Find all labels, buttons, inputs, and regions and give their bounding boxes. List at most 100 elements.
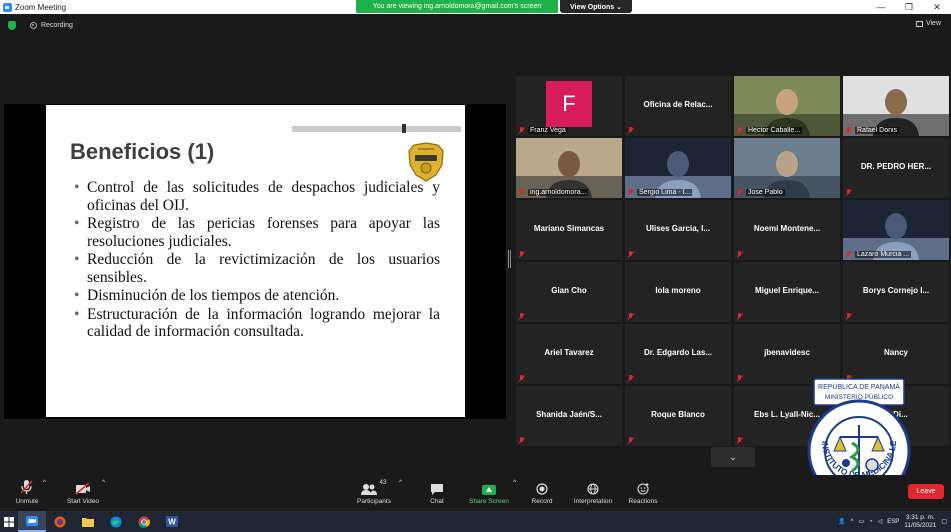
participant-nametag: Sergio Lima - I... (627, 189, 693, 196)
participant-tile[interactable]: Shanida Jaén/S... (516, 386, 622, 446)
participant-tile[interactable]: F Franz Vega (516, 76, 622, 136)
participant-name: Mariano Simancas (533, 224, 605, 233)
shared-screen: Beneficios (1) Control de las solicitude… (4, 104, 506, 419)
participant-tile[interactable]: Iola moreno (625, 262, 731, 322)
tray-expand-icon[interactable]: ^ (851, 519, 854, 525)
participant-nametag (845, 313, 852, 320)
globe-icon (587, 483, 599, 495)
taskbar-word[interactable]: W (158, 511, 186, 532)
participant-nametag (736, 437, 743, 444)
presentation-slide: Beneficios (1) Control de las solicitude… (46, 105, 465, 417)
network-icon[interactable]: ◔ (869, 519, 873, 525)
participant-tile[interactable]: jbenavidesc (734, 324, 840, 384)
participant-tile[interactable]: Hector Caballe... (734, 76, 840, 136)
people-icon[interactable]: 👤 (838, 518, 845, 525)
participant-nametag (736, 375, 743, 382)
splitter-handle[interactable] (508, 250, 512, 268)
windows-taskbar: W 👤 ^ ▭ ◔ ◁ ESP 3:31 p. m. 11/05/2021 ▢ (0, 511, 951, 532)
participant-nametag (627, 437, 634, 444)
participant-name: Ariel Tavarez (544, 348, 594, 357)
participant-tile[interactable]: Borys Cornejo I... (843, 262, 949, 322)
minimize-icon[interactable]: — (867, 0, 895, 14)
participant-tile[interactable]: Lazaro Murcia ... (843, 200, 949, 260)
share-options-caret[interactable]: ^ (513, 479, 516, 486)
participant-tile[interactable]: ing.arnoldomora... (516, 138, 622, 198)
muted-mic-icon (736, 127, 743, 134)
participant-tile[interactable]: Noemi Montene... (734, 200, 840, 260)
participant-tile[interactable]: Mariano Simancas (516, 200, 622, 260)
restore-icon[interactable]: ❐ (895, 0, 923, 14)
start-video-label: Start Video (66, 498, 100, 505)
view-button[interactable]: View (915, 20, 941, 27)
participant-tile[interactable]: Sergio Lima - I... (625, 138, 731, 198)
gallery-collapse-button[interactable]: ⌄ (711, 447, 755, 467)
taskbar-clock[interactable]: 3:31 p. m. 11/05/2021 (904, 514, 936, 530)
participants-button[interactable]: 43 Participants (352, 479, 396, 505)
slide-bullet: Registro de las pericias forenses para a… (74, 215, 440, 250)
muted-mic-icon (627, 127, 634, 134)
record-button[interactable]: Record (528, 479, 556, 505)
participant-name: Oficina de Relac... (643, 100, 713, 109)
seal-line-1: REPÚBLICA DE PANAMÁ (818, 382, 900, 391)
participant-name: Hector Caballe... (746, 127, 803, 134)
interpretation-button[interactable]: Interpretation (569, 479, 617, 505)
start-video-button[interactable]: Start Video (62, 479, 104, 505)
participant-name: Lazaro Murcia ... (855, 251, 912, 258)
video-options-caret[interactable]: ^ (102, 479, 105, 486)
leave-button[interactable]: Leave (908, 484, 944, 499)
unmute-button[interactable]: Unmute (12, 479, 42, 505)
participant-tile[interactable]: Ariel Tavarez (516, 324, 622, 384)
shield-icon[interactable] (8, 20, 16, 30)
edge-icon (110, 516, 122, 527)
taskbar-zoom-app[interactable] (18, 511, 46, 532)
svg-text:W: W (168, 518, 176, 527)
taskbar-firefox[interactable] (46, 511, 74, 532)
taskbar-file-explorer[interactable] (74, 511, 102, 532)
reactions-button[interactable]: Reactions (626, 479, 660, 505)
muted-mic-icon (627, 313, 634, 320)
participant-name: Noemi Montene... (753, 224, 821, 233)
taskbar-edge[interactable] (102, 511, 130, 532)
slide-bullets: Control de las solicitudes de despachos … (74, 179, 440, 342)
participant-nametag (736, 313, 743, 320)
participant-tile[interactable]: Oficina de Relac... (625, 76, 731, 136)
participant-name: Dr. Edgardo Las... (643, 348, 712, 357)
muted-mic-icon (845, 189, 852, 196)
muted-mic-icon (627, 437, 634, 444)
chat-button[interactable]: Chat (424, 479, 450, 505)
video-off-icon (75, 483, 90, 495)
participant-tile[interactable]: Rafael Donis (843, 76, 949, 136)
share-screen-button[interactable]: Share Screen (466, 479, 512, 505)
participant-tile[interactable]: Miguel Enrique... (734, 262, 840, 322)
participant-tile[interactable]: Nancy (843, 324, 949, 384)
clock-date: 11/05/2021 (904, 521, 937, 529)
volume-icon[interactable]: ◁ (878, 518, 883, 525)
close-icon[interactable]: ✕ (923, 0, 951, 14)
participant-tile[interactable]: DR. PEDRO HER... (843, 138, 949, 198)
view-label: View (925, 20, 941, 27)
notifications-icon[interactable]: ▢ (941, 518, 947, 525)
muted-mic-icon (736, 375, 743, 382)
participant-tile[interactable]: Roque Blanco (625, 386, 731, 446)
participant-tile[interactable]: Ulises Garcia, I... (625, 200, 731, 260)
participant-tile[interactable]: Jose Pablo (734, 138, 840, 198)
participant-tile[interactable]: Gian Cho (516, 262, 622, 322)
participant-tile[interactable]: Dr. Edgardo Las... (625, 324, 731, 384)
taskbar-chrome[interactable] (130, 511, 158, 532)
participants-caret[interactable]: ^ (399, 479, 402, 486)
reactions-icon (636, 483, 649, 495)
participants-label: Participants (357, 498, 391, 505)
participant-nametag (518, 313, 525, 320)
windows-start-button[interactable] (0, 511, 18, 532)
participants-count: 43 (379, 479, 387, 486)
muted-mic-icon (736, 313, 743, 320)
language-indicator[interactable]: ESP (887, 519, 899, 525)
slide-decor-mark (402, 124, 406, 133)
battery-icon[interactable]: ▭ (858, 518, 864, 525)
audio-options-caret[interactable]: ^ (43, 479, 46, 486)
record-label: Record (531, 498, 553, 505)
participant-name: Ulises Garcia, I... (645, 224, 711, 233)
view-options-button[interactable]: View Options ⌄ (560, 0, 632, 13)
zoom-meeting-window: Zoom Meeting — ❐ ✕ You are viewing ing.a… (0, 0, 951, 532)
participant-nametag (736, 251, 743, 258)
